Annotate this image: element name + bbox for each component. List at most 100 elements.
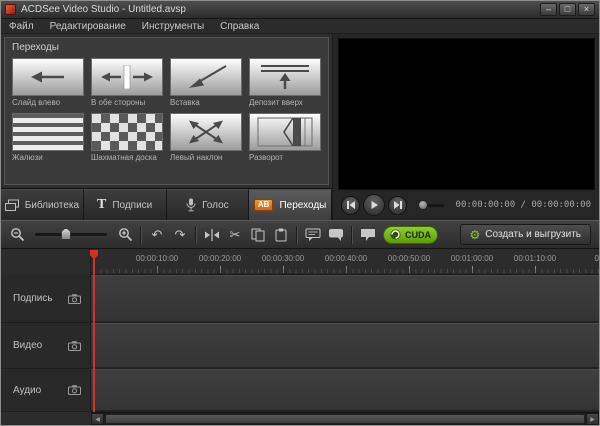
menubar: Файл Редактирование Инструменты Справка (1, 19, 599, 34)
preview-panel: 00:00:00:00 / 00:00:00:00 (333, 34, 599, 220)
track-labels-column: Подпись Видео Аудио (1, 275, 91, 412)
audio-track-lane[interactable] (91, 369, 599, 412)
export-button-label: Создать и выгрузить (485, 229, 581, 240)
main-toolbar: ↶ ↷ ✂ CUDA ⚙ Создать и выгрузить (1, 220, 599, 249)
app-window: ACDSee Video Studio - Untitled.avsp – □ … (0, 0, 600, 426)
cuda-label: CUDA (405, 230, 431, 240)
playhead-line[interactable] (93, 253, 95, 412)
microphone-icon (186, 198, 196, 212)
ruler-tick-label: 00:01:10:00 (514, 254, 556, 263)
menu-tools[interactable]: Инструменты (142, 21, 204, 32)
video-preview (338, 38, 595, 190)
playback-controls: 00:00:00:00 / 00:00:00:00 (333, 190, 599, 220)
menu-help[interactable]: Справка (220, 21, 259, 32)
window-controls: – □ × (540, 3, 595, 16)
track-area (91, 275, 599, 412)
ruler-tick-label: 00: (594, 254, 599, 263)
transition-item-turn[interactable]: Разворот (249, 113, 321, 162)
ruler-tick (409, 266, 410, 273)
timeline-zoom-slider[interactable] (35, 233, 107, 236)
page-turn-icon (249, 113, 321, 151)
push-up-icon (249, 58, 321, 96)
ab-transition-icon: AB (254, 199, 274, 211)
chat-bubble-icon[interactable] (328, 226, 344, 244)
camera-icon[interactable] (68, 294, 81, 304)
library-icon (5, 199, 19, 212)
separator (351, 226, 353, 244)
scrollbar-thumb[interactable] (105, 414, 585, 424)
ruler-tick-label: 00:00:40:00 (325, 254, 367, 263)
text-icon: T (97, 198, 106, 212)
transition-item-both-sides[interactable]: В обе стороны (91, 58, 163, 107)
scroll-left-button[interactable]: ◀ (91, 413, 104, 425)
titlebar: ACDSee Video Studio - Untitled.avsp – □ … (1, 1, 599, 19)
separator (195, 226, 197, 244)
next-frame-button[interactable] (388, 196, 407, 215)
transition-item-left-tilt[interactable]: Левый наклон (170, 113, 242, 162)
tab-transitions[interactable]: AB Переходы (249, 189, 332, 220)
camera-icon[interactable] (68, 385, 81, 395)
maximize-button[interactable]: □ (559, 3, 576, 16)
zoom-out-icon[interactable] (9, 226, 25, 244)
ruler-tick-label: 00:00:30:00 (262, 254, 304, 263)
transitions-panel: Переходы Слайд влево (4, 37, 329, 185)
paste-icon[interactable] (273, 226, 289, 244)
caption-track-lane[interactable] (91, 275, 599, 323)
tab-library-label: Библиотека (25, 200, 79, 211)
time-ruler[interactable]: 00:00:10:00 00:00:20:00 00:00:30:00 00:0… (91, 249, 599, 275)
minimize-button[interactable]: – (540, 3, 557, 16)
menu-edit[interactable]: Редактирование (50, 21, 126, 32)
tab-captions[interactable]: T Подписи (84, 189, 167, 220)
scroll-right-button[interactable]: ▶ (586, 413, 599, 425)
menu-file[interactable]: Файл (9, 21, 34, 32)
track-label-video: Видео (1, 323, 90, 369)
nvidia-eye-icon (390, 229, 401, 240)
ruler-corner (1, 249, 91, 275)
transition-item-checkerboard[interactable]: Шахматная доска (91, 113, 163, 162)
tab-transitions-label: Переходы (279, 200, 326, 211)
window-title: ACDSee Video Studio - Untitled.avsp (21, 4, 535, 15)
tab-voice[interactable]: Голос (167, 189, 250, 220)
transition-item-deposit-up[interactable]: Депозит вверх (249, 58, 321, 107)
tab-voice-label: Голос (202, 200, 229, 211)
zoom-in-icon[interactable] (117, 226, 133, 244)
camera-icon[interactable] (68, 341, 81, 351)
tab-captions-label: Подписи (112, 200, 152, 211)
left-panel: Переходы Слайд влево (1, 34, 333, 220)
seek-slider[interactable] (419, 204, 444, 207)
tab-library[interactable]: Библиотека (1, 189, 84, 220)
copy-icon[interactable] (250, 226, 266, 244)
track-label-captions: Подпись (1, 275, 90, 323)
comment-bubble-icon[interactable] (305, 226, 321, 244)
export-button[interactable]: ⚙ Создать и выгрузить (460, 224, 591, 245)
separator (296, 226, 298, 244)
ruler-tick-label: 00:00:20:00 (199, 254, 241, 263)
cut-icon[interactable]: ✂ (227, 226, 243, 244)
previous-frame-button[interactable] (341, 196, 360, 215)
video-track-lane[interactable] (91, 323, 599, 369)
timeline: 00:00:10:00 00:00:20:00 00:00:30:00 00:0… (1, 249, 599, 425)
play-button[interactable] (363, 194, 385, 216)
ruler-tick (472, 266, 473, 273)
undo-icon[interactable]: ↶ (149, 226, 165, 244)
ruler-tick (283, 266, 284, 273)
gear-icon: ⚙ (470, 229, 481, 241)
timeline-scrollbar: ◀ ▶ (91, 412, 599, 425)
transition-item-slide-left[interactable]: Слайд влево (12, 58, 84, 107)
zoom-handle[interactable] (61, 228, 71, 240)
redo-icon[interactable]: ↷ (172, 226, 188, 244)
diagonal-arrows-icon (170, 113, 242, 151)
split-both-icon (91, 58, 163, 96)
cuda-toggle[interactable]: CUDA (383, 226, 438, 244)
transition-item-insert[interactable]: Вставка (170, 58, 242, 107)
close-button[interactable]: × (578, 3, 595, 16)
arrow-left-icon (12, 58, 84, 96)
split-clip-icon[interactable] (204, 226, 220, 244)
ruler-tick-label: 00:00:50:00 (388, 254, 430, 263)
panel-tabs: Библиотека T Подписи Голос AB Переходы (1, 188, 332, 220)
seek-handle[interactable] (418, 200, 428, 210)
ruler-tick-label: 00:01:00:00 (451, 254, 493, 263)
callout-icon[interactable] (360, 226, 376, 244)
transition-item-blinds[interactable]: Жалюзи (12, 113, 84, 162)
separator (140, 226, 142, 244)
